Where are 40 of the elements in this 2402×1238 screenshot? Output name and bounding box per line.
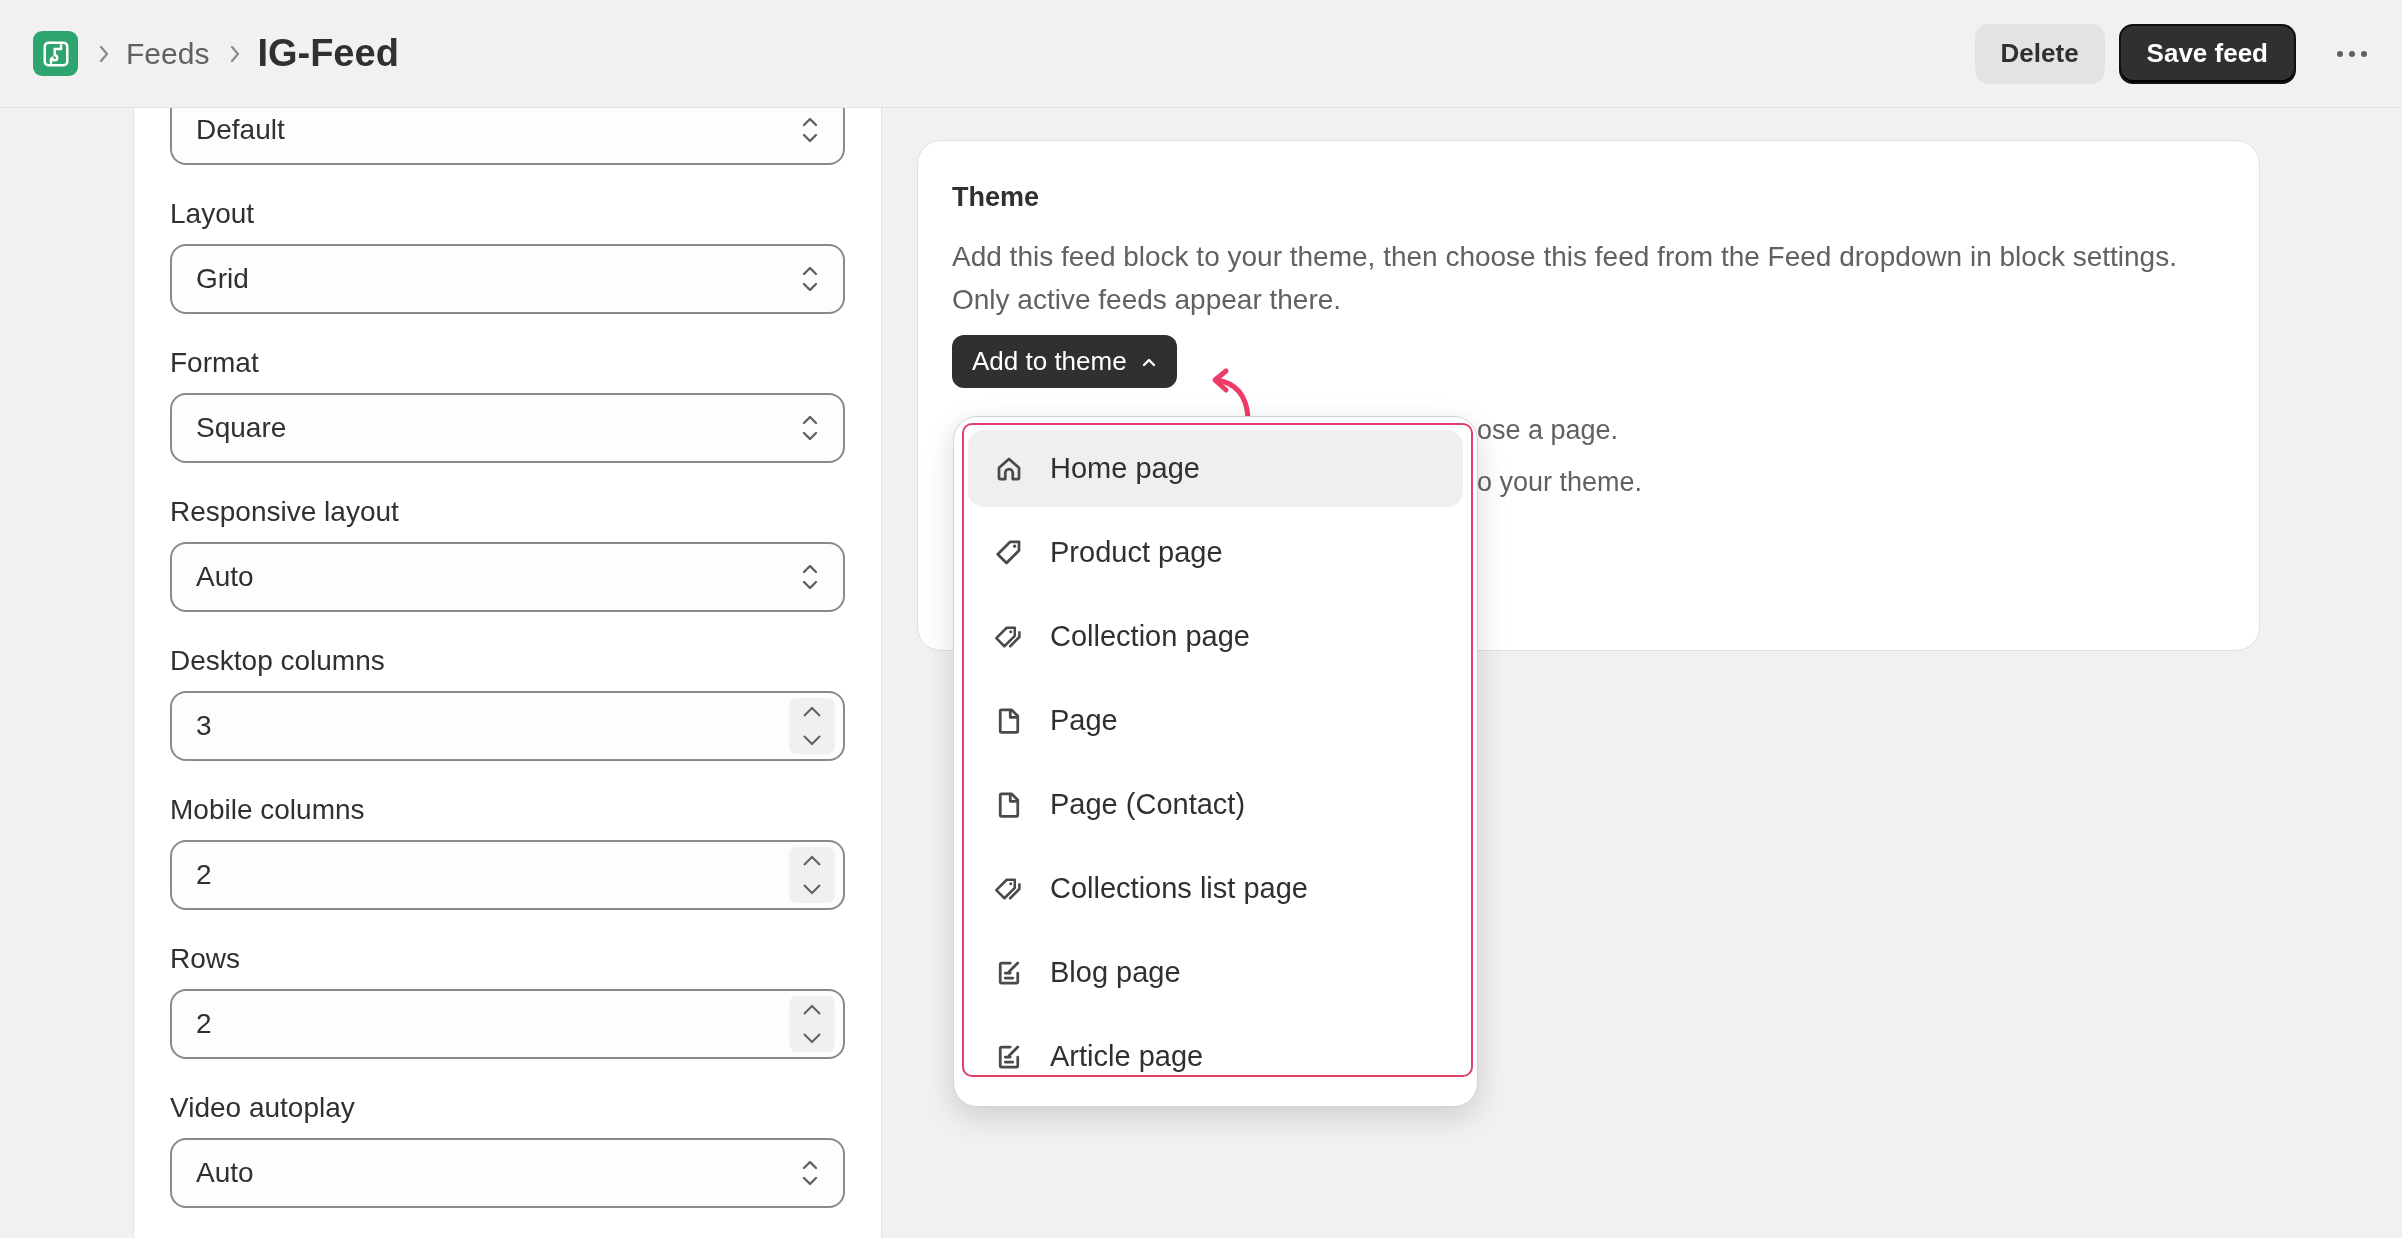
stepper-icon[interactable] [789, 847, 835, 903]
field-label: Mobile columns [170, 794, 366, 826]
instruction-text: ose a page. [1477, 414, 1620, 447]
add-to-theme-button[interactable]: Add to theme [952, 335, 1177, 388]
page-title: IG-Feed [257, 32, 399, 75]
menu-item[interactable]: Page (Contact) [968, 766, 1463, 843]
number-field[interactable]: 2 [170, 989, 845, 1059]
select-field[interactable]: Auto [170, 1138, 845, 1208]
select-field[interactable]: Auto [170, 542, 845, 612]
card-description: Add this feed block to your theme, then choose this feed from the Feed dropdown in block settings. Only active feeds appear there. [952, 240, 2178, 317]
menu-item[interactable]: Page [968, 682, 1463, 759]
field-label: Format [170, 347, 260, 379]
field-label: Desktop columns [170, 645, 386, 677]
chevron-right-icon [229, 43, 242, 64]
field-label: Responsive layout [170, 496, 400, 528]
number-field[interactable]: 2 [170, 840, 845, 910]
more-icon[interactable] [2336, 49, 2368, 58]
field-label: Video autoplay [170, 1092, 356, 1124]
select-field[interactable]: Grid [170, 244, 845, 314]
select-field[interactable]: Default [170, 108, 845, 165]
breadcrumb-link[interactable]: Feeds [126, 36, 210, 71]
save-button[interactable]: Save feed [2118, 23, 2296, 84]
chevron-right-icon [98, 43, 110, 64]
menu-item[interactable]: Blog page [968, 934, 1463, 1011]
select-field[interactable]: Square [170, 393, 845, 463]
menu-item[interactable]: Article page [968, 1018, 1463, 1095]
stepper-icon[interactable] [789, 698, 835, 754]
caret-icon [1140, 356, 1157, 367]
menu-item[interactable]: Product page [968, 514, 1463, 591]
field-label: Rows [170, 943, 241, 975]
instruction-text: o your theme. [1477, 466, 1644, 499]
stepper-icon[interactable] [789, 996, 835, 1052]
delete-button[interactable]: Delete [1974, 23, 2105, 84]
menu-item[interactable]: Collection page [968, 598, 1463, 675]
app-logo-icon[interactable] [33, 31, 78, 76]
field-label: Layout [170, 198, 256, 230]
menu-item[interactable]: Collections list page [968, 850, 1463, 927]
menu-item[interactable]: Home page [968, 430, 1463, 507]
card-title: Theme [952, 181, 1041, 214]
number-field[interactable]: 3 [170, 691, 845, 761]
